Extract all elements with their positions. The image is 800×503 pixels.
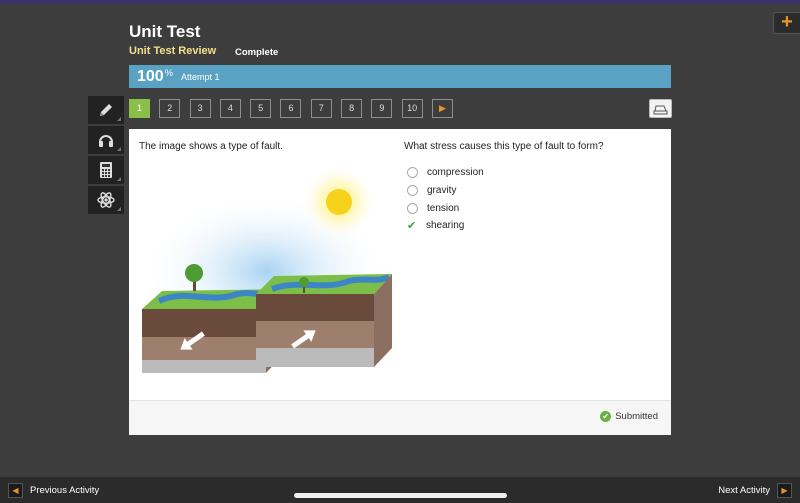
status-label: Complete (235, 47, 279, 58)
question-button-7[interactable]: 7 (310, 99, 332, 118)
chevron-left-icon: ◀ (8, 483, 23, 498)
score-value: 100 (137, 68, 164, 85)
answer-option-tension[interactable]: tension (407, 199, 484, 217)
submitted-status: ✔ Submitted (600, 411, 658, 422)
question-text: What stress causes this type of fault to… (404, 141, 604, 152)
answer-label: compression (427, 167, 484, 179)
radio-button[interactable] (407, 202, 418, 214)
question-card: The image shows a type of fault. What st… (129, 129, 671, 435)
previous-activity-label: Previous Activity (30, 485, 100, 496)
chevron-right-icon: ▶ (777, 483, 792, 498)
radio-button[interactable] (407, 185, 418, 197)
previous-activity-button[interactable]: ◀ Previous Activity (8, 483, 99, 498)
answer-option-gravity[interactable]: gravity (407, 182, 484, 200)
answer-option-shearing[interactable]: ✔ shearing (407, 217, 484, 235)
next-activity-button[interactable]: Next Activity ▶ (718, 483, 792, 498)
answer-label: shearing (426, 220, 465, 232)
print-button[interactable] (649, 99, 672, 118)
atom-icon (97, 192, 115, 208)
printer-icon (653, 105, 668, 115)
answer-label: tension (427, 202, 460, 214)
answer-label: gravity (427, 185, 457, 197)
top-accent-bar (0, 0, 800, 4)
pencil-tool-button[interactable] (88, 96, 124, 124)
answer-option-compression[interactable]: compression (407, 164, 484, 182)
question-button-3[interactable]: 3 (189, 99, 211, 118)
audio-tool-button[interactable] (88, 126, 124, 154)
card-footer: ✔ Submitted (129, 400, 671, 435)
question-button-2[interactable]: 2 (159, 99, 181, 118)
bottom-bar: ◀ Previous Activity Next Activity ▶ (0, 477, 800, 503)
question-navigation: 1 2 3 4 5 6 7 8 9 10 ▶ (129, 99, 462, 118)
question-button-6[interactable]: 6 (280, 99, 302, 118)
add-button[interactable]: + (773, 12, 800, 34)
checkmark-icon: ✔ (407, 219, 417, 232)
score-percent-symbol: % (165, 68, 174, 78)
question-prompt: The image shows a type of fault. (139, 141, 283, 152)
question-button-1[interactable]: 1 (129, 99, 150, 118)
question-button-8[interactable]: 8 (341, 99, 363, 118)
question-button-9[interactable]: 9 (371, 99, 393, 118)
attempt-label: Attempt 1 (181, 72, 220, 82)
calculator-tool-button[interactable] (88, 156, 124, 184)
page-subtitle: Unit Test Review (129, 45, 217, 57)
score-bar: 100 % Attempt 1 (129, 65, 671, 88)
next-activity-label: Next Activity (718, 485, 770, 496)
pencil-icon (100, 104, 112, 116)
page-title: Unit Test (129, 22, 201, 41)
calculator-icon (100, 162, 112, 178)
check-circle-icon: ✔ (600, 411, 612, 422)
fault-illustration (139, 164, 392, 373)
headphones-icon (99, 135, 113, 147)
question-button-5[interactable]: 5 (250, 99, 272, 118)
science-tool-button[interactable] (88, 186, 124, 214)
submitted-label: Submitted (615, 411, 658, 422)
question-button-4[interactable]: 4 (219, 99, 241, 118)
answer-options: compression gravity tension ✔ shearing (407, 164, 484, 235)
home-indicator (294, 493, 507, 498)
next-question-button[interactable]: ▶ (431, 99, 453, 118)
tool-sidebar (88, 96, 125, 216)
radio-button[interactable] (407, 167, 418, 179)
question-button-10[interactable]: 10 (401, 99, 423, 118)
